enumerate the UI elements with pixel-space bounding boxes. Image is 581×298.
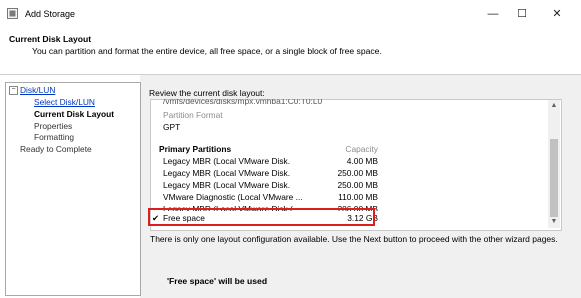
partition-row-name: VMware Diagnostic (Local VMware ... bbox=[163, 192, 303, 202]
nav-item-properties: Properties bbox=[34, 121, 73, 131]
scroll-up-icon[interactable]: ▲ bbox=[549, 101, 559, 111]
nav-item-disk-lun[interactable]: Disk/LUN bbox=[20, 85, 55, 95]
partition-row-capacity: 250.00 MB bbox=[337, 180, 378, 190]
nav-item-current-disk-layout: Current Disk Layout bbox=[34, 109, 115, 119]
nav-item-formatting: Formatting bbox=[34, 132, 75, 142]
window-title: Add Storage bbox=[25, 9, 76, 19]
nav-item-select-disk-lun[interactable]: Select Disk/LUN bbox=[34, 97, 95, 107]
partition-row-capacity: 110.00 MB bbox=[338, 192, 378, 202]
capacity-header: Capacity bbox=[345, 144, 378, 154]
app-icon bbox=[7, 8, 18, 19]
collapse-icon[interactable]: − bbox=[9, 86, 18, 95]
selection-note: 'Free space' will be used bbox=[167, 276, 268, 286]
partition-format-value: GPT bbox=[163, 122, 181, 132]
partition-row-name: Legacy MBR (Local VMware Disk. bbox=[163, 180, 291, 190]
nav-item-ready-to-complete: Ready to Complete bbox=[20, 144, 92, 154]
close-button[interactable]: ✕ bbox=[546, 5, 568, 23]
info-message: There is only one layout configuration a… bbox=[150, 234, 558, 244]
page-title: Current Disk Layout bbox=[9, 34, 92, 44]
highlight-box bbox=[148, 208, 375, 226]
partition-row-name: Legacy MBR (Local VMware Disk. bbox=[163, 156, 291, 166]
partitions-header: Primary Partitions bbox=[159, 144, 232, 154]
partition-row-name: Legacy MBR (Local VMware Disk. bbox=[163, 168, 291, 178]
partition-row-capacity: 250.00 MB bbox=[337, 168, 378, 178]
scroll-thumb[interactable] bbox=[550, 139, 558, 217]
partition-row-capacity: 4.00 MB bbox=[346, 156, 378, 166]
maximize-button[interactable]: ☐ bbox=[511, 5, 533, 23]
minimize-button[interactable]: — bbox=[482, 5, 504, 23]
scroll-down-icon[interactable]: ▼ bbox=[549, 217, 559, 227]
page-description: You can partition and format the entire … bbox=[32, 46, 382, 56]
partition-format-label: Partition Format bbox=[163, 110, 223, 120]
review-label: Review the current disk layout: bbox=[149, 88, 265, 98]
